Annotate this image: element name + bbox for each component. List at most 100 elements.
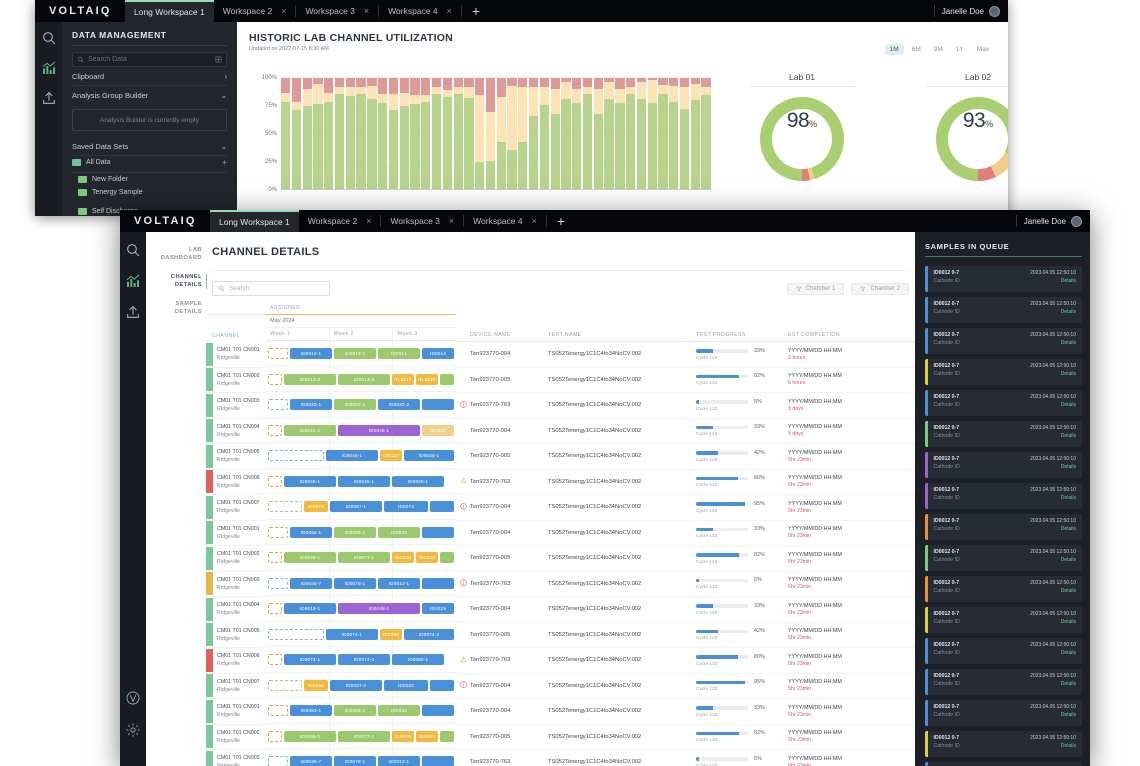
gantt-row[interactable]: ID0045-1 ID0116 ID0045-1: [266, 443, 456, 469]
gantt-bar[interactable]: ID0074-1: [284, 654, 336, 665]
gantt-bar[interactable]: ID0014: [422, 348, 454, 359]
gantt-bar[interactable]: ID0012-1: [378, 756, 420, 766]
channel-row[interactable]: CM01 T01 CN004 Ridgeville: [206, 597, 266, 623]
gantt-bar[interactable]: ID0074: [384, 501, 428, 512]
gantt-bar[interactable]: [268, 501, 302, 512]
add-data-set-button[interactable]: +: [222, 158, 227, 167]
gantt-bar[interactable]: ID0034: [304, 679, 328, 691]
queue-card[interactable]: ID0012 0-7Cathode ID2023.04.05 12:50:10D…: [925, 359, 1082, 385]
user-menu[interactable]: Janelle Doe: [1024, 215, 1090, 227]
workspace-tab-1[interactable]: Long Workspace 1: [125, 0, 214, 22]
gantt-bar[interactable]: ID 0017: [392, 373, 414, 385]
table-row[interactable]: Ten923770-004 TS052Tenergy1C1C4to34NoCV.0…: [456, 674, 915, 699]
queue-card[interactable]: ID0012 0-7Cathode ID2023.04.05 12:50:10D…: [925, 545, 1082, 571]
gantt-bar[interactable]: ID0018-1: [284, 603, 336, 614]
channel-row[interactable]: CM01 T01 CN002 Ridgeville: [206, 368, 266, 393]
gantt-bar[interactable]: [440, 373, 454, 385]
channel-row[interactable]: CM01 T01 CN007 Ridgeville: [206, 495, 266, 521]
gantt-row[interactable]: ID0049-1 ID0077-1 ID0029 ID0023: [266, 545, 456, 571]
gantt-bar[interactable]: ID0021: [422, 424, 454, 436]
gantt-bar[interactable]: ID0029: [392, 730, 414, 742]
table-row[interactable]: Ten923770-763 TS052Tenergy1C1C4to34NoCV.0…: [456, 572, 915, 597]
gantt-bar[interactable]: ID0019: [422, 603, 454, 614]
close-icon[interactable]: ×: [366, 216, 371, 226]
details-link[interactable]: Details: [1030, 464, 1076, 470]
gantt-bar[interactable]: [268, 450, 324, 461]
gantt-bar[interactable]: [422, 399, 454, 410]
range-max[interactable]: Max: [972, 44, 994, 55]
table-row[interactable]: Ten923770-005 TS052Tenergy1C1C4to34NoCV.0…: [456, 444, 915, 470]
folder-item[interactable]: Tenergy Sample: [72, 186, 227, 199]
queue-card[interactable]: ID0012 0-7Cathode ID2023.04.05 12:50:10D…: [925, 452, 1082, 478]
queue-card[interactable]: ID0012 0-7Cathode ID2023.04.05 12:50:10D…: [925, 762, 1082, 766]
gantt-bar[interactable]: ID0074: [304, 501, 328, 512]
gantt-bar[interactable]: [268, 424, 282, 436]
channel-row[interactable]: CM01 T01 CN006 Ridgeville: [206, 648, 266, 674]
new-tab-button[interactable]: +: [462, 0, 490, 22]
close-icon[interactable]: ×: [449, 216, 454, 226]
gantt-bar[interactable]: ID0074-2: [404, 628, 454, 640]
gantt-bar[interactable]: [268, 628, 324, 640]
gantt-bar[interactable]: [268, 475, 282, 487]
details-link[interactable]: Details: [1030, 340, 1076, 346]
gantt-bar[interactable]: ID0023: [416, 552, 438, 563]
channel-row[interactable]: CM01 T01 CN007 Ridgeville: [206, 674, 266, 699]
channel-row[interactable]: CM01 T01 CN001 Ridgeville: [206, 342, 266, 368]
folder-item[interactable]: New Folder: [72, 173, 227, 186]
gantt-bar[interactable]: ID0077-1: [338, 730, 390, 742]
gantt-bar[interactable]: [422, 705, 454, 716]
queue-card[interactable]: ID0012 0-7Cathode ID2023.04.05 12:50:10D…: [925, 731, 1082, 757]
gantt-bar[interactable]: ID0077-1: [338, 552, 390, 563]
workspace-tab-2[interactable]: Workspace 2 ×: [299, 210, 381, 232]
channel-row[interactable]: CM01 T01 CN006 Ridgeville: [206, 470, 266, 495]
gantt-row[interactable]: ID0022-2 ID0045-1 ID0021: [266, 417, 456, 443]
gantt-bar[interactable]: [430, 679, 454, 691]
gantt-bar[interactable]: ID0049-1: [284, 730, 336, 742]
table-row[interactable]: Ten923770-004 TS052Tenergy1C1C4to34NoCV.0…: [456, 521, 915, 546]
gantt-row[interactable]: ID0065-1 ID0065-1 ID0034: [266, 519, 456, 545]
close-icon[interactable]: ×: [532, 216, 537, 226]
channel-row[interactable]: CM01 T01 CN002 Ridgeville: [206, 725, 266, 750]
workspace-tab-bar[interactable]: Long Workspace 1 Workspace 2 × Workspace 3 ×…: [125, 0, 934, 22]
details-link[interactable]: Details: [1030, 588, 1076, 594]
gantt-bar[interactable]: [268, 705, 288, 716]
gantt-bar[interactable]: ID0014: [378, 348, 420, 359]
gantt-bar[interactable]: ID0022-1: [334, 399, 376, 410]
gantt-bar[interactable]: ID0058: [416, 730, 438, 742]
table-row[interactable]: Ten923770-004 TS052Tenergy1C1C4to34NoCV.0…: [456, 342, 915, 368]
gantt-bar[interactable]: [268, 756, 288, 766]
search-data-input[interactable]: Search Data: [72, 52, 227, 67]
gantt-bar[interactable]: ID0065-1: [290, 526, 332, 538]
channel-row[interactable]: CM01 T01 CN003Ridgeville: [206, 572, 266, 597]
workspace-tab-1[interactable]: Long Workspace 1: [210, 210, 299, 232]
queue-card[interactable]: ID0012 0-7Cathode ID2023.04.05 12:50:10D…: [925, 483, 1082, 509]
gantt-bar[interactable]: [440, 552, 454, 563]
table-row[interactable]: Ten923770-004 TS052Tenergy1C1C4to34NoCV.0…: [456, 597, 915, 623]
saved-data-sets-row[interactable]: Saved Data Sets ⌄: [72, 137, 227, 156]
settings-icon[interactable]: [125, 722, 141, 738]
details-link[interactable]: Details: [1030, 743, 1076, 749]
gantt-row[interactable]: ID0074 ID0067-1 ID0074: [266, 494, 456, 520]
gantt-bar[interactable]: ID0013-1: [334, 348, 376, 359]
gantt-row[interactable]: ID0012-1 ID0013-1 ID0014 ID0014: [266, 341, 456, 367]
gantt-bar[interactable]: ID0062: [384, 679, 428, 691]
gantt-bar[interactable]: ID0013-3: [338, 373, 390, 385]
gantt-bar[interactable]: ID0045-7: [290, 756, 332, 766]
gantt-bar[interactable]: [268, 526, 288, 538]
range-1y[interactable]: 1Y: [951, 44, 969, 55]
gantt-row[interactable]: ID0045-7 ID0078-1 ID0012-1: [266, 749, 456, 766]
details-link[interactable]: Details: [1030, 712, 1076, 718]
workspace-tab-4[interactable]: Workspace 4 ×: [379, 0, 461, 22]
search-icon[interactable]: [125, 242, 141, 258]
range-6m[interactable]: 6M: [907, 44, 926, 55]
user-menu[interactable]: Janelle Doe: [942, 5, 1008, 17]
details-link[interactable]: Details: [1030, 681, 1076, 687]
table-row[interactable]: Ten923770-004 TS052Tenergy1C1C4to34NoCV.0…: [456, 699, 915, 725]
details-link[interactable]: Details: [1030, 309, 1076, 315]
channel-row[interactable]: CM01 T01 CN003Ridgeville: [206, 750, 266, 766]
gantt-bar[interactable]: [268, 552, 282, 563]
workspace-tab-2[interactable]: Workspace 2 ×: [214, 0, 296, 22]
gantt-bar[interactable]: [268, 348, 288, 359]
gantt-bar[interactable]: ID0116: [380, 450, 402, 461]
gantt-bar[interactable]: ID0049-1: [284, 552, 336, 563]
